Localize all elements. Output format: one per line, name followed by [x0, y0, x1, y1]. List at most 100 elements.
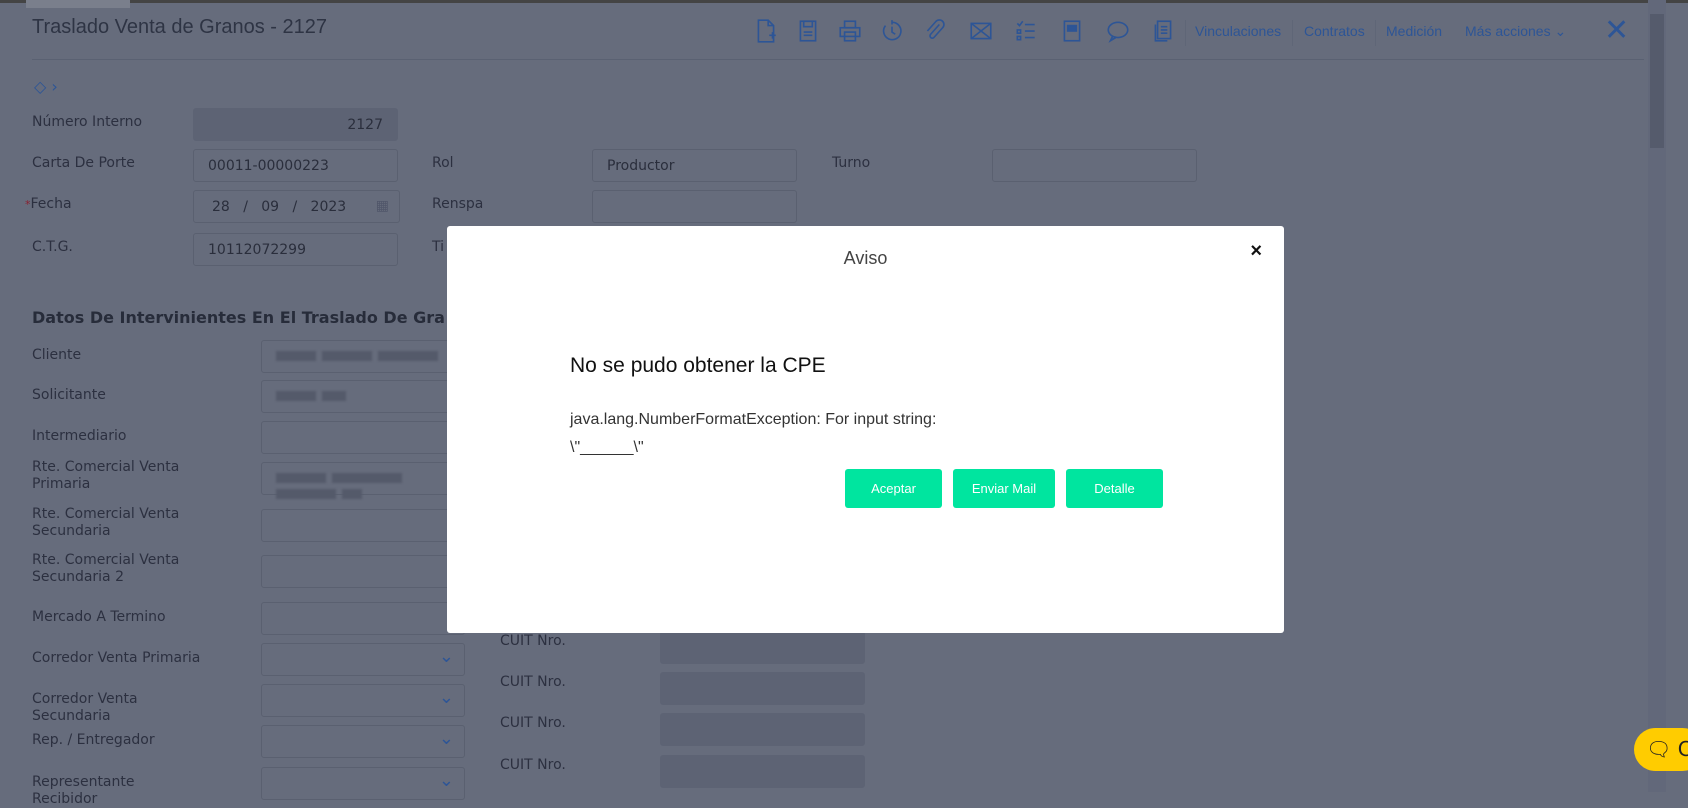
cuit-field [660, 755, 865, 788]
redacted-value [322, 391, 346, 401]
fecha-label-text: Fecha [30, 196, 72, 212]
turno-label: Turno [832, 155, 871, 171]
redacted-value [378, 351, 438, 361]
date-separator: / [292, 199, 298, 215]
field-label: Cliente [32, 347, 82, 363]
rol-input[interactable]: Productor [592, 149, 797, 182]
field-label: Intermediario [32, 428, 127, 444]
date-separator: / [243, 199, 248, 215]
numero-interno-field: 2127 [193, 108, 398, 141]
tipo-label: Ti [432, 239, 445, 255]
redacted-value [342, 489, 362, 499]
alert-dialog: Aviso × No se pudo obtener la CPE java.l… [447, 226, 1284, 633]
redacted-value [276, 473, 326, 483]
blurred-tab [26, 0, 130, 8]
chat-bubble-icon: 🗨 [1646, 737, 1672, 761]
numero-interno-label: Número Interno [32, 114, 143, 130]
toolbar-divider [1375, 20, 1376, 46]
cuit-label: CUIT Nro. [500, 633, 566, 649]
history-icon[interactable] [879, 18, 905, 44]
field-input[interactable] [261, 602, 465, 635]
fecha-date-input[interactable]: 28 / 09 / 2023 ▦ [193, 190, 400, 223]
cuit-label: CUIT Nro. [500, 715, 566, 731]
more-actions-dropdown[interactable]: Más acciones ⌄ [1465, 23, 1566, 40]
dialog-close-button[interactable]: × [1250, 240, 1262, 263]
aceptar-button[interactable]: Aceptar [845, 469, 942, 508]
ctg-label: C.T.G. [32, 239, 73, 255]
field-input[interactable] [261, 421, 465, 454]
scrollbar-thumb[interactable] [1650, 14, 1664, 148]
field-label: Rte. Comercial Venta Secundaria 2 [32, 552, 180, 585]
field-label: Solicitante [32, 387, 106, 403]
field-input[interactable] [261, 462, 465, 499]
fecha-month: 09 [261, 199, 280, 215]
fecha-day: 28 [212, 199, 230, 215]
field-label: Rte. Comercial Venta Secundaria [32, 506, 180, 539]
redacted-value [276, 351, 316, 361]
medicion-link[interactable]: Medición [1386, 23, 1442, 39]
error-message: java.lang.NumberFormatException: For inp… [570, 411, 937, 456]
detalle-button[interactable]: Detalle [1066, 469, 1163, 508]
section-title: Datos De Intervinientes En El Traslado D… [32, 308, 445, 327]
renspa-input[interactable] [592, 190, 797, 223]
ctg-input[interactable]: 10112072299 [193, 233, 398, 266]
cuit-label: CUIT Nro. [500, 674, 566, 690]
fecha-label: *Fecha [25, 196, 72, 213]
renspa-label: Renspa [432, 196, 484, 212]
turno-input[interactable] [992, 149, 1197, 182]
chat-label: C [1677, 737, 1688, 761]
document-icon[interactable] [1059, 18, 1085, 44]
comment-icon[interactable] [1105, 18, 1131, 44]
calendar-icon[interactable]: ▦ [376, 198, 389, 214]
checklist-icon[interactable] [1013, 18, 1039, 44]
redacted-value [276, 391, 316, 401]
dialog-title: Aviso [843, 248, 888, 268]
field-input[interactable] [261, 340, 465, 373]
cuit-field [660, 713, 865, 746]
contratos-link[interactable]: Contratos [1304, 23, 1365, 39]
toolbar-divider [1185, 20, 1186, 46]
field-label: Rte. Comercial Venta Primaria [32, 459, 180, 492]
print-icon[interactable] [837, 18, 863, 44]
email-icon[interactable] [968, 18, 994, 44]
field-select[interactable] [261, 684, 465, 717]
rol-label: Rol [432, 155, 454, 171]
carta-de-porte-input[interactable]: 00011-00000223 [193, 149, 398, 182]
copy-document-icon[interactable] [1150, 18, 1176, 44]
header-divider [32, 59, 1644, 60]
field-select[interactable] [261, 767, 465, 800]
tag-icon: ◇ [34, 77, 47, 96]
cuit-label: CUIT Nro. [500, 757, 566, 773]
browser-top-border [0, 0, 1688, 3]
error-heading: No se pudo obtener la CPE [570, 354, 826, 377]
redacted-value [332, 473, 402, 483]
carta-de-porte-label: Carta De Porte [32, 155, 135, 171]
save-icon[interactable] [795, 18, 821, 44]
attachment-icon[interactable] [922, 18, 948, 44]
field-input[interactable] [261, 555, 465, 588]
new-document-icon[interactable] [753, 18, 779, 44]
redacted-value [276, 489, 336, 499]
field-label: Representante Recibidor [32, 774, 135, 807]
cuit-field [660, 672, 865, 705]
page-title: Traslado Venta de Granos - 2127 [32, 16, 327, 38]
more-actions-label: Más acciones [1465, 23, 1551, 39]
vinculaciones-link[interactable]: Vinculaciones [1195, 23, 1281, 39]
field-select[interactable] [261, 643, 465, 676]
field-input[interactable] [261, 509, 465, 542]
field-input[interactable] [261, 380, 465, 413]
field-label: Mercado A Termino [32, 609, 166, 625]
field-label: Rep. / Entregador [32, 732, 155, 748]
field-label: Corredor Venta Primaria [32, 650, 201, 666]
cuit-field [660, 631, 865, 664]
redacted-value [322, 351, 372, 361]
enviar-mail-button[interactable]: Enviar Mail [953, 469, 1055, 508]
chat-widget-button[interactable]: 🗨 C [1634, 728, 1688, 771]
field-select[interactable] [261, 725, 465, 758]
chevron-down-icon: ⌄ [1554, 23, 1567, 39]
field-label: Corredor Venta Secundaria [32, 691, 138, 724]
toolbar-divider [1292, 20, 1293, 46]
chevron-right-icon: › [51, 77, 58, 96]
close-icon[interactable]: ✕ [1604, 16, 1629, 46]
tag-breadcrumb[interactable]: ◇ › [34, 77, 58, 96]
